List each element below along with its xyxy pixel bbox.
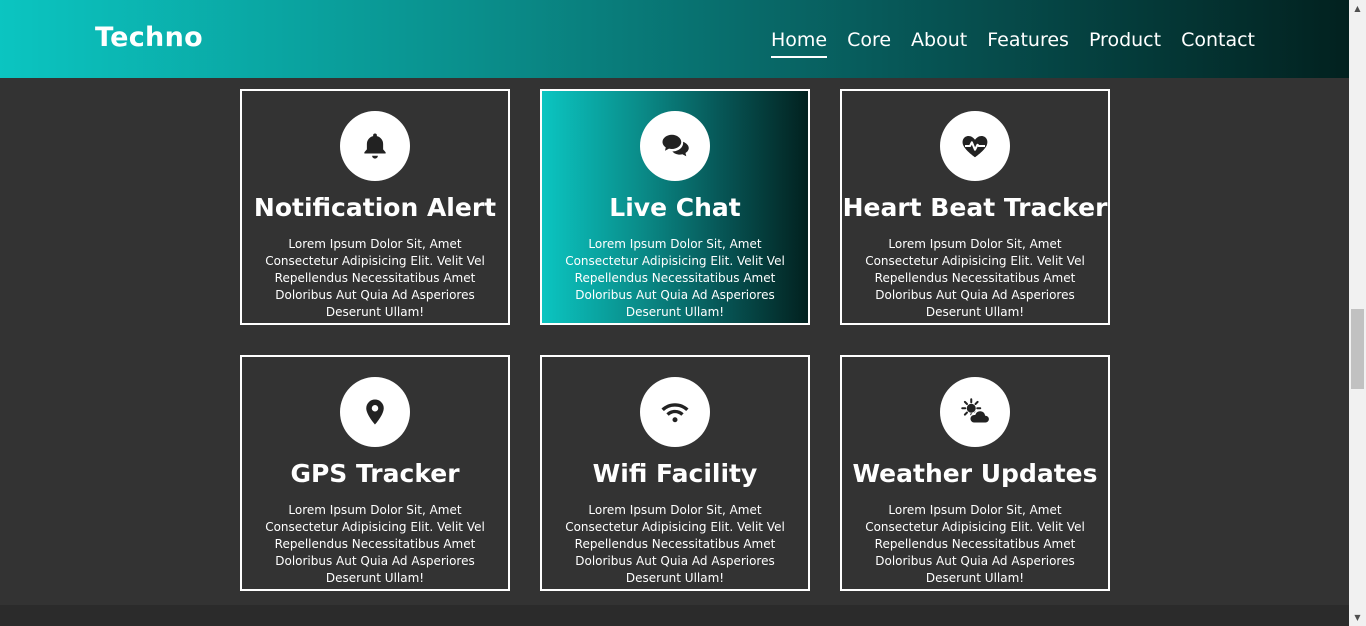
card-title: Live Chat bbox=[609, 193, 741, 222]
feature-card-wifi[interactable]: Wifi Facility Lorem Ipsum Dolor Sit, Ame… bbox=[540, 355, 810, 591]
feature-card-heart-beat[interactable]: Heart Beat Tracker Lorem Ipsum Dolor Sit… bbox=[840, 89, 1110, 325]
card-title: Wifi Facility bbox=[592, 459, 758, 488]
scroll-down-arrow-icon[interactable]: ▼ bbox=[1349, 609, 1366, 626]
card-description: Lorem Ipsum Dolor Sit, Amet Consectetur … bbox=[265, 237, 485, 319]
nav-contact[interactable]: Contact bbox=[1181, 28, 1255, 58]
page: Techno Home Core About Features Product … bbox=[0, 0, 1349, 626]
icon-circle bbox=[640, 111, 710, 181]
card-description: Lorem Ipsum Dolor Sit, Amet Consectetur … bbox=[265, 503, 485, 585]
feature-card-weather[interactable]: Weather Updates Lorem Ipsum Dolor Sit, A… bbox=[840, 355, 1110, 591]
card-description: Lorem Ipsum Dolor Sit, Amet Consectetur … bbox=[565, 503, 785, 585]
bell-icon bbox=[364, 133, 386, 159]
card-title: GPS Tracker bbox=[290, 459, 460, 488]
card-description: Lorem Ipsum Dolor Sit, Amet Consectetur … bbox=[865, 237, 1085, 319]
site-header: Techno Home Core About Features Product … bbox=[0, 0, 1349, 78]
scroll-thumb[interactable] bbox=[1351, 309, 1364, 389]
page-scrollbar[interactable]: ▲ ▼ bbox=[1349, 0, 1366, 626]
icon-circle bbox=[340, 377, 410, 447]
nav-core[interactable]: Core bbox=[847, 28, 891, 58]
nav-home[interactable]: Home bbox=[770, 28, 828, 58]
sun-cloud-icon bbox=[961, 398, 990, 424]
nav-about[interactable]: About bbox=[911, 28, 967, 58]
map-pin-icon bbox=[366, 399, 384, 425]
feature-card-gps[interactable]: GPS Tracker Lorem Ipsum Dolor Sit, Amet … bbox=[240, 355, 510, 591]
card-description: Lorem Ipsum Dolor Sit, Amet Consectetur … bbox=[565, 237, 785, 319]
nav-features[interactable]: Features bbox=[987, 28, 1069, 58]
feature-card-notification[interactable]: Notification Alert Lorem Ipsum Dolor Sit… bbox=[240, 89, 510, 325]
next-section-edge bbox=[0, 605, 1349, 626]
main-nav: Home Core About Features Product Contact bbox=[770, 28, 1255, 58]
card-title: Notification Alert bbox=[253, 193, 497, 222]
heart-pulse-icon bbox=[962, 136, 988, 158]
card-title: Heart Beat Tracker bbox=[842, 193, 1108, 222]
card-description: Lorem Ipsum Dolor Sit, Amet Consectetur … bbox=[865, 503, 1085, 585]
icon-circle bbox=[340, 111, 410, 181]
icon-circle bbox=[940, 377, 1010, 447]
feature-card-live-chat[interactable]: Live Chat Lorem Ipsum Dolor Sit, Amet Co… bbox=[540, 89, 810, 325]
brand-logo[interactable]: Techno bbox=[95, 22, 203, 53]
icon-circle bbox=[940, 111, 1010, 181]
nav-product[interactable]: Product bbox=[1089, 28, 1161, 58]
wifi-icon bbox=[661, 403, 689, 423]
scroll-up-arrow-icon[interactable]: ▲ bbox=[1349, 0, 1366, 17]
chat-bubbles-icon bbox=[662, 134, 689, 157]
icon-circle bbox=[640, 377, 710, 447]
card-title: Weather Updates bbox=[852, 459, 1098, 488]
